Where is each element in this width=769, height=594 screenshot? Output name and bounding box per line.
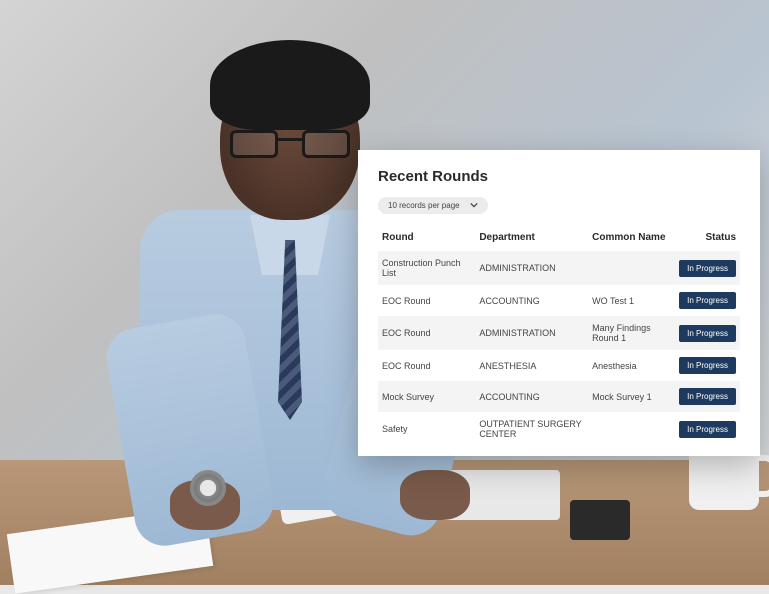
cell-round: EOC Round xyxy=(378,316,475,350)
status-badge[interactable]: In Progress xyxy=(679,388,736,405)
table-row[interactable]: Mock SurveyACCOUNTINGMock Survey 1In Pro… xyxy=(378,381,740,412)
cell-status: In Progress xyxy=(675,412,740,446)
cell-round: EOC Round xyxy=(378,285,475,316)
table-row[interactable]: EOC RoundADMINISTRATIONMany Findings Rou… xyxy=(378,316,740,350)
status-badge[interactable]: In Progress xyxy=(679,421,736,438)
cell-department: OUTPATIENT SURGERY CENTER xyxy=(475,412,588,446)
status-badge[interactable]: In Progress xyxy=(679,325,736,342)
status-badge[interactable]: In Progress xyxy=(679,292,736,309)
recent-rounds-panel: Recent Rounds 10 records per page Round … xyxy=(358,150,760,456)
col-header-round[interactable]: Round xyxy=(378,226,475,251)
cell-round: EOC Round xyxy=(378,350,475,381)
cell-status: In Progress xyxy=(675,251,740,285)
cell-status: In Progress xyxy=(675,381,740,412)
cell-round: Mock Survey xyxy=(378,381,475,412)
cell-department: ADMINISTRATION xyxy=(475,251,588,285)
records-per-page-selector[interactable]: 10 records per page xyxy=(378,197,488,214)
desk-calculator xyxy=(570,500,630,540)
col-header-department[interactable]: Department xyxy=(475,226,588,251)
cell-common-name: Many Findings Round 1 xyxy=(588,316,675,350)
rounds-tbody: Construction Punch ListADMINISTRATION In … xyxy=(378,251,740,446)
cell-department: ADMINISTRATION xyxy=(475,316,588,350)
cell-department: ANESTHESIA xyxy=(475,350,588,381)
cell-status: In Progress xyxy=(675,285,740,316)
pager-label: 10 records per page xyxy=(388,201,460,210)
cell-common-name xyxy=(588,412,675,446)
table-row[interactable]: Construction Punch ListADMINISTRATION In … xyxy=(378,251,740,285)
cell-status: In Progress xyxy=(675,316,740,350)
table-row[interactable]: EOC RoundACCOUNTINGWO Test 1In Progress xyxy=(378,285,740,316)
status-badge[interactable]: In Progress xyxy=(679,260,736,277)
cell-common-name: WO Test 1 xyxy=(588,285,675,316)
cell-common-name xyxy=(588,251,675,285)
cell-common-name: Mock Survey 1 xyxy=(588,381,675,412)
status-badge[interactable]: In Progress xyxy=(679,357,736,374)
col-header-status[interactable]: Status xyxy=(675,226,740,251)
chevron-down-icon xyxy=(470,201,478,210)
cell-department: ACCOUNTING xyxy=(475,285,588,316)
cell-round: Safety xyxy=(378,412,475,446)
table-row[interactable]: EOC RoundANESTHESIAAnesthesiaIn Progress xyxy=(378,350,740,381)
cell-department: ACCOUNTING xyxy=(475,381,588,412)
table-row[interactable]: SafetyOUTPATIENT SURGERY CENTER In Progre… xyxy=(378,412,740,446)
cell-round: Construction Punch List xyxy=(378,251,475,285)
panel-title: Recent Rounds xyxy=(378,168,740,185)
cell-common-name: Anesthesia xyxy=(588,350,675,381)
cell-status: In Progress xyxy=(675,350,740,381)
col-header-common-name[interactable]: Common Name xyxy=(588,226,675,251)
rounds-table: Round Department Common Name Status Cons… xyxy=(378,226,740,446)
